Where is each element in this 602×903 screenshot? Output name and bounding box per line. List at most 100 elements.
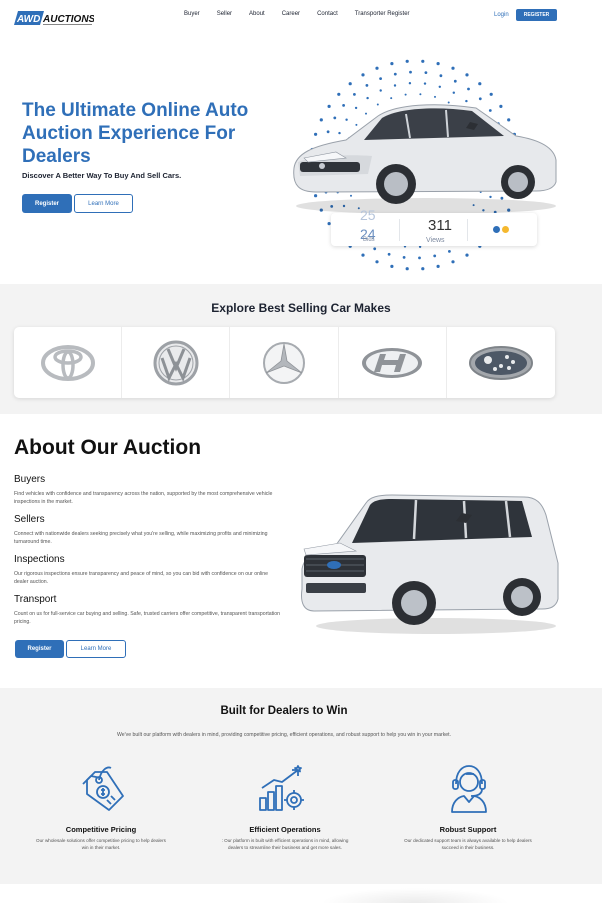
nav-link-about[interactable]: About: [249, 11, 265, 17]
nav-link-contact[interactable]: Contact: [317, 11, 338, 17]
about-sellers-text: Connect with nationwide dealers seeking …: [14, 531, 268, 545]
decorative-dot: [467, 87, 470, 91]
make-toyota[interactable]: [14, 327, 123, 398]
decorative-dot: [408, 82, 412, 85]
nav-link-buyer[interactable]: Buyer: [184, 11, 200, 17]
nav-link-career[interactable]: Career: [282, 11, 300, 17]
decorative-dot: [375, 66, 379, 70]
nav-link-seller[interactable]: Seller: [217, 11, 232, 17]
price-tag-icon: [82, 766, 124, 811]
hero-learn-more-button[interactable]: Learn More: [74, 194, 133, 213]
decorative-dot: [402, 256, 406, 259]
decorative-dot: [423, 82, 427, 85]
volkswagen-logo: [153, 340, 199, 385]
svg-text:AUCTIONS: AUCTIONS: [42, 14, 94, 25]
decorative-dot: [361, 253, 365, 257]
decorative-dot: [393, 84, 397, 87]
make-volkswagen[interactable]: [122, 327, 231, 398]
about-learn-more-button[interactable]: Learn More: [66, 640, 126, 658]
decorative-dot: [418, 256, 421, 260]
decorative-dot: [419, 93, 422, 96]
decorative-dot: [421, 267, 425, 271]
decorative-dot: [390, 62, 394, 66]
decorative-dot: [478, 82, 482, 86]
decorative-dot: [348, 82, 352, 86]
about-title: About Our Auction: [14, 436, 202, 459]
about-transport-text: Count on us for full-service car buying …: [14, 611, 281, 625]
decorative-dot: [453, 79, 457, 83]
about-sellers-title: Sellers: [14, 514, 45, 525]
growth-chart-gear-icon: [259, 765, 304, 811]
decorative-dot: [405, 59, 409, 63]
built-title: Built for Dealers to Win: [220, 705, 348, 717]
decorative-dot: [436, 264, 440, 268]
decorative-dot: [451, 66, 455, 70]
decorative-dot: [436, 62, 440, 66]
makes-title: Explore Best Selling Car Makes: [211, 301, 391, 315]
login-link[interactable]: Login: [494, 12, 509, 18]
makes-carousel: [14, 327, 555, 398]
hyundai-logo: [362, 347, 423, 378]
support-agent-icon: [451, 765, 487, 813]
make-hyundai[interactable]: [339, 327, 447, 398]
stats-divider: [467, 219, 468, 241]
nav-links: Buyer Seller About Career Contact Transp…: [184, 11, 427, 17]
decorative-dot: [452, 91, 455, 94]
feature-operations-text: : Our platform is built with efficient o…: [221, 838, 349, 850]
about-transport-title: Transport: [14, 594, 57, 605]
feature-support-title: Robust Support: [439, 825, 497, 834]
decorative-dot: [409, 70, 412, 74]
views-count: 311: [428, 217, 452, 234]
about-buyers-text: Find vehicles with confidence and transp…: [14, 491, 273, 505]
register-button-top[interactable]: REGISTER: [516, 9, 557, 21]
decorative-dot: [373, 247, 377, 251]
stats-divider: [399, 219, 400, 241]
suv-image: [301, 494, 559, 634]
decorative-dot: [379, 77, 382, 80]
feature-support-text: Our dedicated support team is always ava…: [404, 838, 532, 850]
status-dot-blue: [493, 226, 500, 233]
decorative-dot: [379, 89, 382, 92]
decorative-dot: [405, 267, 409, 271]
make-mercedes[interactable]: [230, 327, 339, 398]
decorative-dot: [448, 250, 451, 253]
make-subaru[interactable]: [447, 327, 555, 398]
mercedes-logo: [262, 341, 305, 384]
bids-count-previous: 25: [360, 207, 376, 223]
decorative-dot: [424, 71, 428, 74]
views-label: Views: [426, 237, 445, 244]
hero-title: The Ultimate Online Auto Auction Experie…: [22, 100, 249, 167]
decorative-dot: [421, 59, 425, 63]
hero-register-button[interactable]: Register: [22, 194, 72, 213]
bids-label: Bids: [363, 237, 375, 243]
feature-operations-title: Efficient Operations: [249, 825, 321, 834]
feature-pricing-text: Our wholesale solutions offer competitiv…: [36, 838, 166, 850]
about-register-button[interactable]: Register: [15, 640, 64, 658]
decorative-dot: [390, 264, 394, 268]
awd-auctions-logo[interactable]: AWD AUCTIONS: [14, 9, 94, 27]
decorative-dot: [465, 253, 469, 257]
decorative-shadow: [320, 888, 510, 903]
feature-pricing-title: Competitive Pricing: [65, 825, 137, 834]
decorative-dot: [361, 73, 365, 77]
decorative-dot: [438, 85, 441, 88]
decorative-dot: [393, 72, 397, 76]
decorative-dot: [375, 260, 379, 264]
top-navbar: AWD AUCTIONS Buyer Seller About Career C…: [0, 0, 602, 32]
about-inspections-title: Inspections: [14, 554, 65, 565]
decorative-dot: [465, 73, 469, 77]
subaru-logo: [468, 345, 533, 380]
hero-car-image: [293, 104, 557, 214]
built-subtitle: We've built our platform with dealers in…: [116, 732, 452, 738]
decorative-dot: [365, 84, 369, 87]
toyota-logo: [40, 344, 95, 381]
svg-text:AWD: AWD: [16, 14, 40, 25]
status-dot-yellow: [502, 226, 509, 233]
decorative-dot: [439, 74, 443, 78]
nav-link-transporter-register[interactable]: Transporter Register: [355, 11, 410, 17]
decorative-dot: [387, 252, 391, 256]
decorative-dot: [433, 254, 437, 258]
about-buyers-title: Buyers: [14, 474, 46, 485]
decorative-dot: [451, 260, 455, 264]
about-inspections-text: Our rigorous inspections ensure transpar…: [14, 571, 269, 585]
